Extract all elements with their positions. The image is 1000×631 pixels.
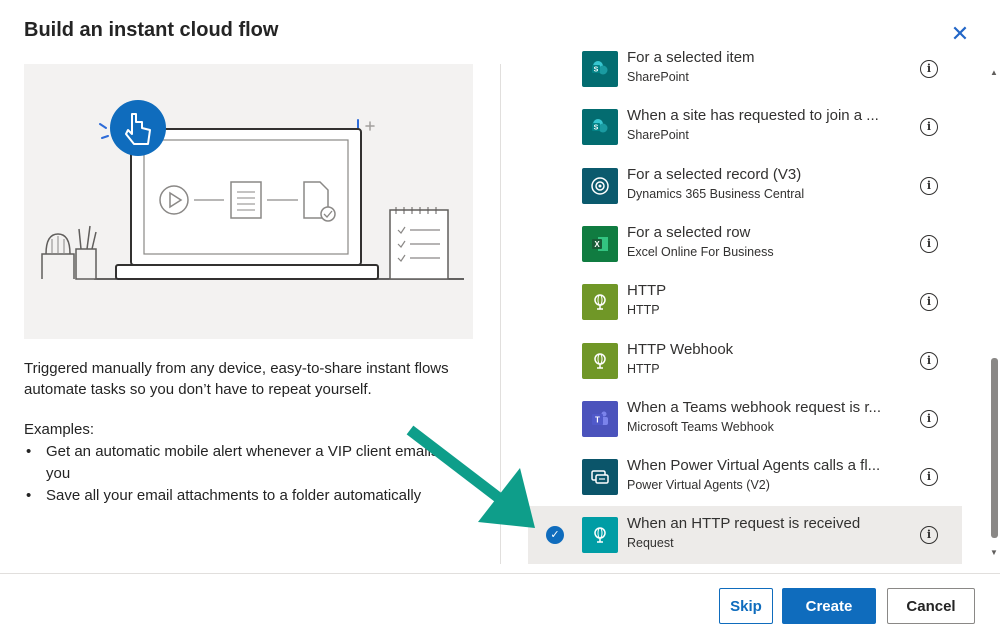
selected-check-icon: ✓ bbox=[546, 526, 564, 544]
info-icon[interactable]: i bbox=[920, 177, 938, 195]
sharepoint-icon: S bbox=[582, 109, 618, 145]
globe-icon bbox=[582, 284, 618, 320]
trigger-connector: Power Virtual Agents (V2) bbox=[627, 478, 770, 492]
trigger-connector: HTTP bbox=[627, 303, 660, 317]
skip-button[interactable]: Skip bbox=[719, 588, 773, 624]
trigger-item-dynamics-record[interactable]: For a selected record (V3) Dynamics 365 … bbox=[528, 157, 962, 215]
excel-icon: X bbox=[582, 226, 618, 262]
trigger-item-sharepoint-join-request[interactable]: S When a site has requested to join a ..… bbox=[528, 98, 962, 156]
trigger-name: When a Teams webhook request is r... bbox=[627, 399, 882, 416]
info-icon[interactable]: i bbox=[920, 352, 938, 370]
info-icon[interactable]: i bbox=[920, 235, 938, 253]
footer-divider bbox=[0, 573, 1000, 574]
trigger-connector: SharePoint bbox=[627, 70, 689, 84]
trigger-connector: Dynamics 365 Business Central bbox=[627, 187, 805, 201]
trigger-connector: Microsoft Teams Webhook bbox=[627, 420, 774, 434]
trigger-item-power-virtual-agents[interactable]: When Power Virtual Agents calls a fl... … bbox=[528, 448, 962, 506]
trigger-name: For a selected item bbox=[627, 49, 755, 66]
svg-text:X: X bbox=[594, 240, 600, 249]
globe-icon bbox=[582, 517, 618, 553]
trigger-name: When Power Virtual Agents calls a fl... bbox=[627, 457, 881, 474]
trigger-connector: SharePoint bbox=[627, 128, 689, 142]
cancel-button[interactable]: Cancel bbox=[887, 588, 975, 624]
create-button[interactable]: Create bbox=[782, 588, 876, 624]
scroll-thumb[interactable] bbox=[991, 358, 998, 538]
trigger-connector: Excel Online For Business bbox=[627, 245, 774, 259]
examples-list: Get an automatic mobile alert whenever a… bbox=[24, 441, 454, 507]
scroll-down-icon[interactable]: ▼ bbox=[990, 548, 998, 557]
sharepoint-icon: S bbox=[582, 51, 618, 87]
info-icon[interactable]: i bbox=[920, 60, 938, 78]
trigger-item-http-webhook[interactable]: HTTP Webhook HTTP i bbox=[528, 332, 962, 390]
scrollbar[interactable]: ▲ ▼ bbox=[988, 64, 1000, 564]
globe-icon bbox=[582, 343, 618, 379]
dynamics-icon bbox=[582, 168, 618, 204]
trigger-connector: HTTP bbox=[627, 362, 660, 376]
example-item: Save all your email attachments to a fol… bbox=[24, 485, 454, 507]
trigger-name: When a site has requested to join a ... bbox=[627, 107, 879, 124]
info-icon[interactable]: i bbox=[920, 468, 938, 486]
trigger-list: S For a selected item SharePoint i S Whe… bbox=[528, 40, 962, 566]
dialog-title: Build an instant cloud flow bbox=[24, 19, 279, 41]
trigger-name: HTTP bbox=[627, 282, 667, 299]
trigger-item-excel-row[interactable]: X For a selected row Excel Online For Bu… bbox=[528, 215, 962, 273]
info-icon[interactable]: i bbox=[920, 118, 938, 136]
info-icon[interactable]: i bbox=[920, 293, 938, 311]
illustration bbox=[24, 64, 473, 339]
chatbot-icon bbox=[582, 459, 618, 495]
examples-label: Examples: bbox=[24, 421, 95, 438]
scroll-up-icon[interactable]: ▲ bbox=[990, 68, 998, 77]
trigger-name: HTTP Webhook bbox=[627, 341, 734, 358]
trigger-item-http[interactable]: HTTP HTTP i bbox=[528, 273, 962, 331]
info-icon[interactable]: i bbox=[920, 410, 938, 428]
info-icon[interactable]: i bbox=[920, 526, 938, 544]
svg-text:T: T bbox=[595, 416, 600, 425]
example-item: Get an automatic mobile alert whenever a… bbox=[24, 441, 454, 485]
pane-divider bbox=[500, 64, 501, 564]
trigger-item-sharepoint-selected-item[interactable]: S For a selected item SharePoint i bbox=[528, 40, 962, 98]
svg-text:S: S bbox=[594, 67, 599, 74]
trigger-item-http-request-received[interactable]: ✓ When an HTTP request is received Reque… bbox=[528, 506, 962, 564]
trigger-connector: Request bbox=[627, 536, 674, 550]
trigger-item-teams-webhook[interactable]: T When a Teams webhook request is r... M… bbox=[528, 390, 962, 448]
trigger-name: For a selected row bbox=[627, 224, 751, 241]
trigger-name: When an HTTP request is received bbox=[627, 515, 861, 532]
trigger-name: For a selected record (V3) bbox=[627, 166, 802, 183]
flow-description: Triggered manually from any device, easy… bbox=[24, 360, 449, 398]
svg-text:S: S bbox=[594, 125, 599, 132]
teams-icon: T bbox=[582, 401, 618, 437]
